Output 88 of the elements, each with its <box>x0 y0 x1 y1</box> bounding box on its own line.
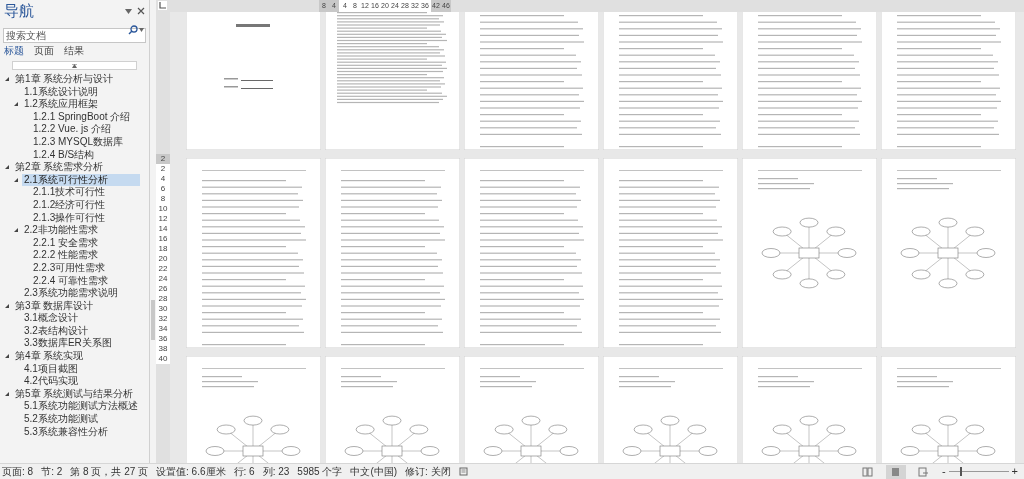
read-mode-icon <box>862 466 874 477</box>
expanded-icon[interactable] <box>5 304 9 308</box>
ruler-number: 40 <box>158 354 168 364</box>
heading-item[interactable]: 4.2代码实现 <box>22 375 80 388</box>
expanded-icon[interactable] <box>5 165 9 170</box>
ruler-number: 38 <box>158 344 168 354</box>
dropdown-icon[interactable] <box>125 8 132 14</box>
zoom-in-button[interactable]: + <box>1011 466 1018 477</box>
heading-item[interactable]: 2.1.2经济可行性 <box>31 198 108 212</box>
status-item[interactable]: 第 8 页，共 27 页 <box>70 464 149 479</box>
expanded-icon[interactable] <box>5 77 9 82</box>
heading-item[interactable]: 4.1项目截图 <box>22 362 80 376</box>
dropdown-icon[interactable] <box>139 27 144 32</box>
heading-item[interactable]: 1.1系统设计说明 <box>22 85 100 99</box>
heading-item[interactable]: 3.2表结构设计 <box>22 324 90 338</box>
heading-item[interactable]: 2.1.1技术可行性 <box>31 186 108 199</box>
ruler-number: 28 <box>158 294 168 304</box>
heading-item[interactable]: 2.2非功能性需求 <box>22 224 100 237</box>
ruler-number: 8 <box>160 194 166 204</box>
search-icon[interactable] <box>128 24 138 35</box>
ruler-number: 2 <box>160 154 166 164</box>
heading-item[interactable]: 3.3数据库ER关系图 <box>22 337 114 351</box>
heading-item[interactable]: 2.2.4 可靠性需求 <box>31 274 111 288</box>
heading-item[interactable]: 2.1系统可行性分析 <box>22 173 140 187</box>
zoom-slider[interactable] <box>948 467 1009 476</box>
ruler-number: 12 <box>158 214 168 224</box>
heading-item[interactable]: 3.1概念设计 <box>22 312 80 325</box>
heading-item[interactable]: 第3章 数据库设计 <box>13 299 96 313</box>
web-layout-icon <box>918 466 930 477</box>
view-button[interactable] <box>885 464 906 479</box>
ruler-number: 10 <box>158 204 168 214</box>
expanded-icon[interactable] <box>14 102 18 107</box>
ruler-number: 16 <box>158 234 168 244</box>
zoom-out-button[interactable]: - <box>941 466 946 477</box>
status-item[interactable]: 行: 6 <box>233 464 255 479</box>
heading-item[interactable]: 第1章 系统分析与设计 <box>13 73 116 86</box>
heading-item[interactable]: 1.2.1 SpringBoot 介绍 <box>31 110 133 124</box>
ruler-number: 34 <box>158 324 168 334</box>
status-item[interactable]: 中文(中国) <box>350 464 398 479</box>
search-field[interactable]: 搜索文档 <box>3 28 146 43</box>
pane-title: 导航 <box>4 0 34 21</box>
status-item[interactable]: 列: 23 <box>262 464 290 479</box>
ruler-number: 2 <box>160 164 166 174</box>
scrollbar-thumb[interactable] <box>151 300 155 340</box>
ruler-number: 18 <box>158 244 168 254</box>
heading-item[interactable]: 1.2.3 MYSQL数据库 <box>31 135 126 149</box>
slider-thumb[interactable] <box>960 467 963 476</box>
tab[interactable]: 结果 <box>61 43 87 57</box>
expanded-icon[interactable] <box>14 228 18 233</box>
heading-item[interactable]: 2.1.3操作可行性 <box>31 211 108 225</box>
heading-item[interactable]: 2.2.3可用性需求 <box>31 261 108 275</box>
tab-stop-icon[interactable] <box>158 1 167 10</box>
heading-item[interactable]: 1.2.2 Vue. js 介绍 <box>31 123 113 136</box>
tab[interactable]: 页面 <box>31 43 57 57</box>
status-item[interactable]: 设置值: 6.6厘米 <box>156 464 226 479</box>
heading-item[interactable]: 2.2.1 安全需求 <box>31 236 101 250</box>
ruler-number: 6 <box>160 184 166 194</box>
heading-item[interactable]: 第2章 系统需求分析 <box>13 161 106 174</box>
status-item[interactable]: 修订: 关闭 <box>405 464 451 479</box>
expanded-icon[interactable] <box>14 178 18 183</box>
heading-item[interactable]: 2.3系统功能需求说明 <box>22 287 120 300</box>
status-item[interactable]: 节: 2 <box>41 464 63 479</box>
scroll-up-icon[interactable] <box>72 63 77 68</box>
heading-item[interactable]: 2.2.2 性能需求 <box>31 249 101 262</box>
ruler-number: 36 <box>158 334 168 344</box>
ruler-number: 14 <box>158 224 168 234</box>
expanded-icon[interactable] <box>5 392 9 397</box>
status-item[interactable]: 页面: 8 <box>2 464 34 479</box>
heading-item[interactable]: 第5章 系统测试与结果分析 <box>13 387 136 401</box>
tab[interactable]: 标题 <box>1 43 27 57</box>
ruler-number: 20 <box>158 254 168 264</box>
ruler-number: 32 <box>158 314 168 324</box>
print-layout-icon <box>890 466 902 477</box>
heading-item[interactable]: 5.2系统功能测试 <box>22 413 100 426</box>
ruler-number: 24 <box>158 274 168 284</box>
ruler-number: 30 <box>158 304 168 314</box>
close-icon[interactable] <box>137 7 145 15</box>
heading-item[interactable]: 1.2.4 B/S结构 <box>31 148 97 162</box>
heading-item[interactable]: 第4章 系统实现 <box>13 350 86 363</box>
heading-item[interactable]: 5.3系统兼容性分析 <box>22 425 110 439</box>
heading-item[interactable]: 1.2系统应用框架 <box>22 98 100 111</box>
status-item[interactable]: 5985 个字 <box>297 464 343 479</box>
heading-item[interactable]: 5.1系统功能测试方法概述 <box>22 400 140 414</box>
expanded-icon[interactable] <box>5 354 9 359</box>
ruler-number: 26 <box>158 284 168 294</box>
macro-icon[interactable] <box>458 467 468 476</box>
ruler-number: 4 <box>160 174 166 184</box>
ruler-number: 22 <box>158 264 168 274</box>
